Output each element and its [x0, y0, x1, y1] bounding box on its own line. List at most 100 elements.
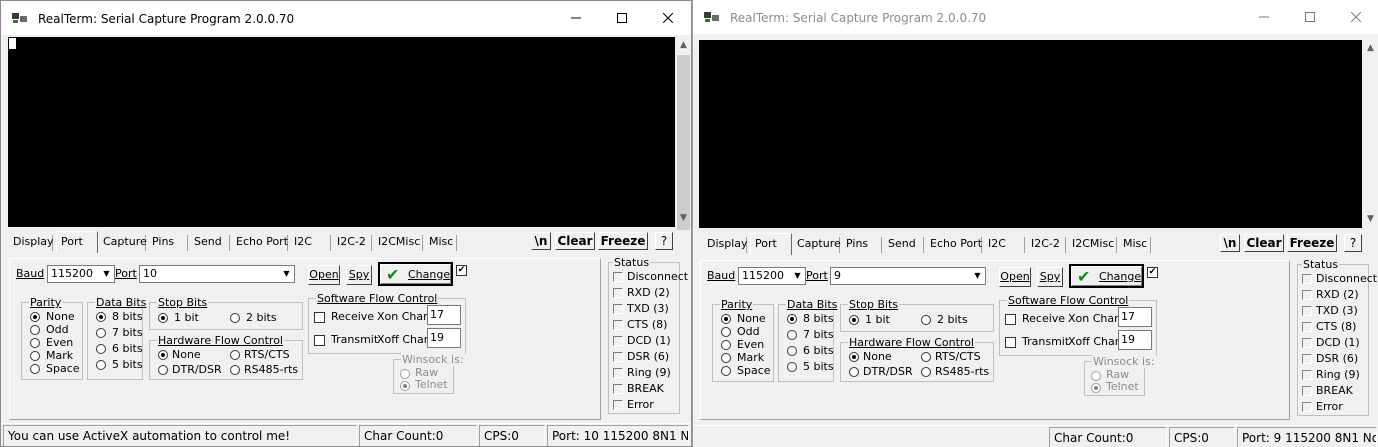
chevron-down-icon[interactable]: ▼ — [790, 268, 805, 284]
close-button[interactable] — [645, 1, 691, 35]
scroll-up-arrow-icon[interactable]: ▲ — [1362, 40, 1378, 57]
parity-none-radio[interactable] — [30, 312, 40, 322]
chevron-down-icon[interactable]: ▼ — [970, 268, 985, 284]
change-auto-checkbox[interactable]: ✔ — [1147, 267, 1158, 278]
port-select[interactable]: 10 ▼ — [139, 265, 295, 283]
chevron-down-icon[interactable]: ▼ — [279, 266, 294, 282]
tab-send[interactable]: Send — [884, 237, 924, 253]
transmit-checkbox[interactable] — [314, 335, 325, 346]
scroll-down-arrow-icon[interactable]: ▼ — [675, 210, 691, 227]
freeze-button[interactable]: Freeze — [1287, 234, 1337, 252]
scroll-up-arrow-icon[interactable]: ▲ — [675, 37, 691, 54]
help-button[interactable]: ? — [655, 232, 673, 250]
tab-capture[interactable]: Capture — [793, 237, 841, 253]
winsock-raw-radio[interactable] — [1091, 371, 1101, 381]
hw-flow-3-radio[interactable] — [230, 365, 240, 375]
maximize-button[interactable] — [1287, 0, 1333, 34]
winsock-raw-radio[interactable] — [400, 369, 410, 379]
data-bits-1-radio[interactable] — [96, 328, 106, 338]
tab-echo-port[interactable]: Echo Port — [232, 235, 288, 251]
scrollbar-thumb[interactable] — [677, 55, 690, 230]
parity-space-radio[interactable] — [30, 364, 40, 374]
baud-select[interactable]: 115200 ▼ — [738, 267, 806, 285]
winsock-telnet-radio[interactable] — [1091, 383, 1101, 393]
parity-even-radio[interactable] — [721, 340, 731, 350]
open-button[interactable]: Open — [308, 265, 340, 285]
receive-checkbox[interactable] — [314, 312, 325, 323]
data-bits-0-radio[interactable] — [787, 314, 797, 324]
data-bits-0-radio[interactable] — [96, 312, 106, 322]
chevron-down-icon[interactable]: ▼ — [99, 266, 114, 282]
newline-button[interactable]: \n — [1220, 234, 1240, 252]
terminal-display[interactable] — [8, 37, 675, 227]
xoff-char-input[interactable]: 19 — [427, 328, 461, 348]
hw-flow-0-radio[interactable] — [849, 352, 859, 362]
receive-checkbox[interactable] — [1005, 314, 1016, 325]
hw-flow-2-radio[interactable] — [849, 367, 859, 377]
stop-bits-0-radio[interactable] — [849, 315, 859, 325]
stop-bits-1-radio[interactable] — [921, 315, 931, 325]
parity-space-radio[interactable] — [721, 366, 731, 376]
help-button[interactable]: ? — [1344, 234, 1362, 252]
xoff-char-input[interactable]: 19 — [1118, 330, 1152, 350]
clear-button[interactable]: Clear — [555, 232, 595, 250]
close-button[interactable] — [1333, 0, 1378, 34]
stop-bits-1-radio[interactable] — [230, 313, 240, 323]
change-auto-checkbox[interactable]: ✔ — [456, 265, 467, 276]
tab-i2c[interactable]: I2C — [984, 237, 1025, 253]
xon-char-input[interactable]: 17 — [427, 305, 461, 325]
freeze-button[interactable]: Freeze — [598, 232, 648, 250]
terminal-display[interactable] — [699, 40, 1362, 228]
tab-pins[interactable]: Pins — [148, 235, 188, 251]
newline-button[interactable]: \n — [531, 232, 551, 250]
transmit-checkbox[interactable] — [1005, 337, 1016, 348]
parity-mark-radio[interactable] — [30, 351, 40, 361]
minimize-button[interactable] — [1241, 0, 1287, 34]
parity-odd-radio[interactable] — [721, 327, 731, 337]
xon-char-input[interactable]: 17 — [1118, 307, 1152, 327]
parity-even-radio[interactable] — [30, 338, 40, 348]
tab-port[interactable]: Port — [56, 231, 98, 253]
tab-misc[interactable]: Misc — [1119, 237, 1151, 253]
data-bits-2-radio[interactable] — [787, 346, 797, 356]
open-button[interactable]: Open — [999, 267, 1031, 287]
tab-port[interactable]: Port — [750, 233, 792, 255]
scroll-down-arrow-icon[interactable]: ▼ — [1362, 211, 1378, 228]
hw-flow-2-radio[interactable] — [158, 365, 168, 375]
terminal-scrollbar[interactable]: ▲ ▼ — [1362, 40, 1378, 228]
winsock-telnet-radio[interactable] — [400, 381, 410, 391]
tab-i2cmisc[interactable]: I2CMisc — [374, 235, 423, 251]
tab-send[interactable]: Send — [190, 235, 230, 251]
data-bits-3-radio[interactable] — [787, 362, 797, 372]
tab-i2c-2[interactable]: I2C-2 — [333, 235, 372, 251]
hw-flow-1-radio[interactable] — [230, 350, 240, 360]
change-button[interactable]: ✔ Change — [1069, 264, 1144, 288]
parity-mark-radio[interactable] — [721, 353, 731, 363]
change-button[interactable]: ✔ Change — [378, 262, 453, 286]
tab-i2cmisc[interactable]: I2CMisc — [1068, 237, 1117, 253]
tab-display[interactable]: Display — [9, 235, 54, 251]
tab-i2c-2[interactable]: I2C-2 — [1027, 237, 1066, 253]
stop-bits-0-radio[interactable] — [158, 313, 168, 323]
terminal-scrollbar[interactable]: ▲ ▼ — [675, 37, 691, 230]
hw-flow-0-radio[interactable] — [158, 350, 168, 360]
data-bits-3-radio[interactable] — [96, 360, 106, 370]
spy-button[interactable]: Spy — [1037, 267, 1063, 287]
parity-odd-radio[interactable] — [30, 325, 40, 335]
spy-button[interactable]: Spy — [346, 265, 372, 285]
baud-select[interactable]: 115200 ▼ — [47, 265, 115, 283]
tab-pins[interactable]: Pins — [842, 237, 882, 253]
tab-echo-port[interactable]: Echo Port — [926, 237, 982, 253]
minimize-button[interactable] — [553, 1, 599, 35]
tab-display[interactable]: Display — [703, 237, 748, 253]
data-bits-2-radio[interactable] — [96, 344, 106, 354]
hw-flow-3-radio[interactable] — [921, 367, 931, 377]
port-select[interactable]: 9 ▼ — [830, 267, 986, 285]
tab-capture[interactable]: Capture — [99, 235, 147, 251]
data-bits-1-radio[interactable] — [787, 330, 797, 340]
tab-i2c[interactable]: I2C — [290, 235, 331, 251]
tab-misc[interactable]: Misc — [425, 235, 457, 251]
parity-none-radio[interactable] — [721, 314, 731, 324]
hw-flow-1-radio[interactable] — [921, 352, 931, 362]
maximize-button[interactable] — [599, 1, 645, 35]
